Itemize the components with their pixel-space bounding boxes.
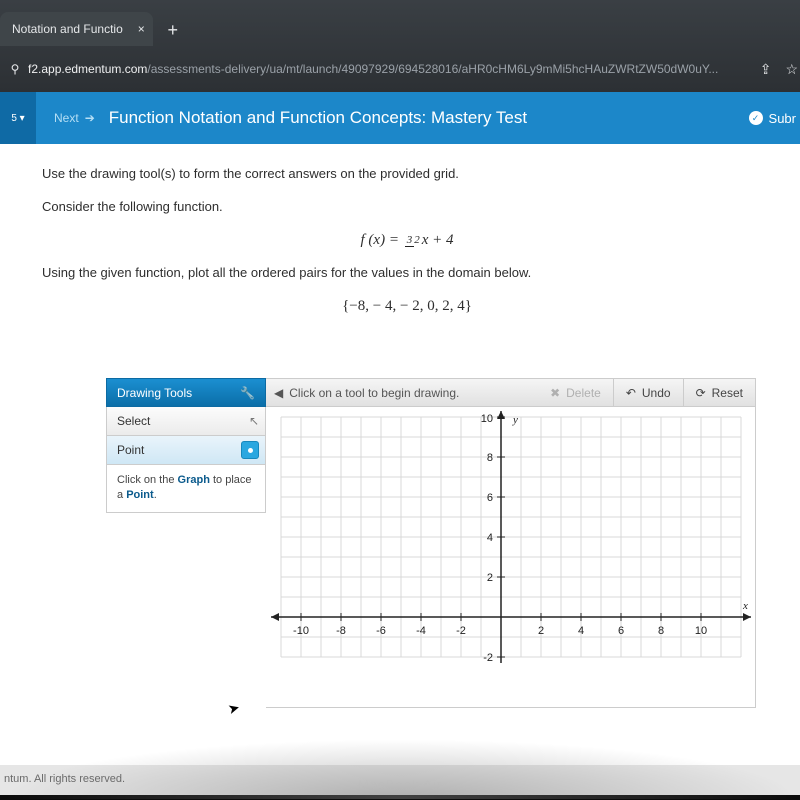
submit-label: Subr — [769, 111, 796, 126]
tool-sidebar: Select ↖ Point Click on the Graph to pla… — [106, 407, 266, 708]
svg-text:8: 8 — [658, 625, 664, 637]
tools-title: Drawing Tools — [117, 386, 192, 400]
svg-text:6: 6 — [618, 625, 624, 637]
page-viewport: 5 ▾ Next ➔ Function Notation and Functio… — [0, 92, 800, 795]
fraction: 32 — [405, 235, 420, 246]
laptop-brand: MacBook Air — [0, 777, 800, 792]
next-label: Next — [54, 111, 79, 125]
hint-bar: ◀ Click on a tool to begin drawing. — [266, 378, 538, 407]
svg-text:-8: -8 — [336, 625, 346, 637]
new-tab-button[interactable]: + — [159, 16, 187, 44]
star-icon[interactable]: ☆ — [785, 61, 798, 78]
svg-text:-2: -2 — [483, 652, 493, 664]
submit-button[interactable]: ✓ Subr — [749, 92, 800, 144]
svg-text:-2: -2 — [456, 625, 466, 637]
close-icon[interactable]: × — [138, 22, 145, 36]
share-icon[interactable]: ⇪ — [760, 61, 772, 78]
cursor-icon: ↖ — [249, 414, 259, 428]
arrow-right-icon: ➔ — [85, 111, 95, 125]
tool-hint-box: Click on the Graph to place a Point. — [106, 465, 266, 513]
lock-icon: ⚲ — [8, 62, 22, 76]
instruction-line-2: Consider the following function. — [42, 199, 772, 214]
svg-text:8: 8 — [487, 452, 493, 464]
browser-tab[interactable]: Notation and Functio × — [0, 12, 153, 46]
assessment-header: 5 ▾ Next ➔ Function Notation and Functio… — [0, 92, 800, 144]
page-title: Function Notation and Function Concepts:… — [109, 108, 527, 128]
drawing-tool-area: Drawing Tools 🔧 ◀ Click on a tool to beg… — [106, 378, 756, 708]
svg-text:4: 4 — [578, 625, 584, 637]
toolbar: Drawing Tools 🔧 ◀ Click on a tool to beg… — [106, 378, 756, 407]
next-button[interactable]: Next ➔ — [54, 111, 95, 125]
svg-text:6: 6 — [487, 492, 493, 504]
check-icon: ✓ — [749, 111, 763, 125]
domain-set: {−8, − 4, − 2, 0, 2, 4} — [42, 298, 772, 315]
question-content: Use the drawing tool(s) to form the corr… — [0, 144, 800, 765]
tool-point[interactable]: Point — [106, 436, 266, 465]
reset-icon: ⟳ — [696, 386, 706, 400]
reset-button[interactable]: ⟳ Reset — [684, 378, 756, 407]
caret-left-icon: ◀ — [274, 386, 283, 400]
point-icon — [241, 441, 259, 459]
svg-text:4: 4 — [487, 532, 493, 544]
action-buttons: ✖ Delete ↶ Undo ⟳ Reset — [538, 378, 756, 407]
wrench-icon: 🔧 — [240, 386, 255, 400]
nav-dropdown[interactable]: 5 ▾ — [0, 92, 36, 144]
address-bar[interactable]: ⚲ f2.app.edmentum.com/assessments-delive… — [0, 46, 800, 92]
tool-body: Select ↖ Point Click on the Graph to pla… — [106, 407, 756, 708]
url-domain: f2.app.edmentum.com — [28, 62, 147, 76]
hint-text: Click on a tool to begin drawing. — [289, 386, 459, 400]
tools-header: Drawing Tools 🔧 — [106, 378, 266, 407]
tab-title: Notation and Functio — [12, 22, 123, 36]
y-axis-label: y — [512, 414, 518, 426]
delete-button[interactable]: ✖ Delete — [538, 378, 614, 407]
svg-text:-10: -10 — [293, 625, 309, 637]
delete-icon: ✖ — [550, 386, 560, 400]
svg-text:-6: -6 — [376, 625, 386, 637]
svg-text:-4: -4 — [416, 625, 426, 637]
url-text: f2.app.edmentum.com/assessments-delivery… — [28, 62, 760, 76]
svg-text:2: 2 — [538, 625, 544, 637]
url-path: /assessments-delivery/ua/mt/launch/49097… — [147, 62, 718, 76]
svg-text:10: 10 — [481, 413, 493, 425]
instruction-line-1: Use the drawing tool(s) to form the corr… — [42, 166, 772, 181]
undo-button[interactable]: ↶ Undo — [614, 378, 684, 407]
graph-canvas[interactable]: y x -10 -8 -6 -4 -2 2 4 6 8 — [266, 407, 756, 708]
browser-chrome: Notation and Functio × + ⚲ f2.app.edment… — [0, 0, 800, 92]
equation: f (x) = 32x + 4 — [42, 232, 772, 249]
tab-strip: Notation and Functio × + — [0, 0, 800, 46]
undo-icon: ↶ — [626, 386, 636, 400]
svg-text:10: 10 — [695, 625, 707, 637]
svg-text:2: 2 — [487, 572, 493, 584]
x-axis-label: x — [742, 600, 748, 612]
instruction-line-3: Using the given function, plot all the o… — [42, 265, 772, 280]
coordinate-grid: y x -10 -8 -6 -4 -2 2 4 6 8 — [266, 407, 755, 707]
tool-select[interactable]: Select ↖ — [106, 407, 266, 436]
